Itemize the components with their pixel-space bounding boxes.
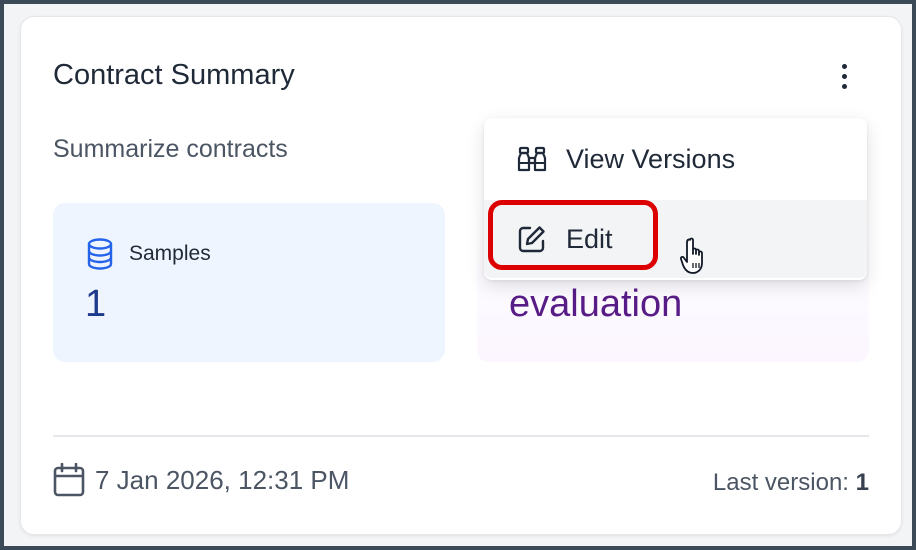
last-version: Last version: 1 (713, 469, 869, 497)
footer-date: 7 Jan 2026, 12:31 PM (53, 463, 349, 497)
evaluation-value: evaluation (509, 283, 683, 325)
last-version-label: Last version: (712, 469, 849, 496)
binoculars-icon (517, 146, 547, 172)
edit-highlight-outline (488, 200, 658, 270)
calendar-icon (53, 463, 85, 497)
date-text: 7 Jan 2026, 12:31 PM (95, 464, 350, 495)
hand-pointer-cursor-icon (680, 237, 703, 274)
database-icon (87, 238, 113, 270)
card-description: Summarize contracts (53, 135, 288, 163)
samples-count: 1 (85, 283, 107, 325)
samples-stat-box: Samples 1 (53, 203, 445, 362)
screenshot-frame: Contract Summary Summarize contracts Sam… (4, 4, 912, 546)
last-version-value: 1 (855, 469, 869, 496)
menu-item-view-versions-label: View Versions (566, 144, 736, 174)
footer-divider (53, 435, 869, 437)
card-title: Contract Summary (53, 59, 295, 91)
more-options-icon[interactable] (829, 59, 859, 93)
samples-label: Samples (129, 242, 211, 265)
menu-item-view-versions[interactable]: View Versions (484, 120, 867, 198)
